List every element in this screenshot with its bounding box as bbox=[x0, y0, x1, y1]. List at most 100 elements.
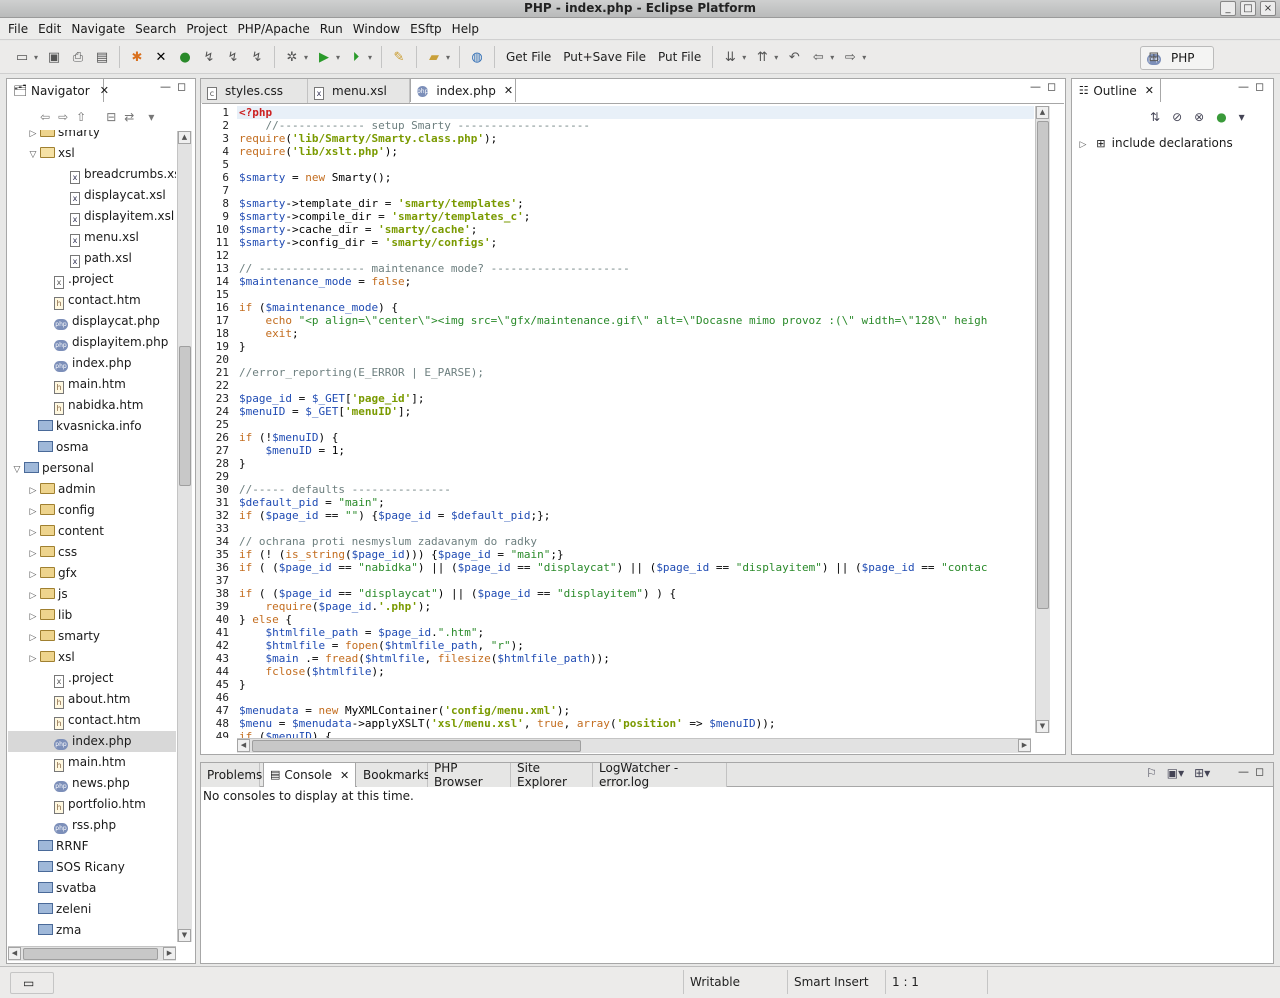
code-line[interactable]: if ( ($page_id == "displaycat") || ($pag… bbox=[239, 587, 676, 600]
hide-static-icon[interactable]: ⊗ bbox=[1194, 110, 1204, 128]
code-editor[interactable]: 1 <?php 2 //------------- setup Smarty ---… bbox=[0, 0, 1034, 738]
code-line[interactable]: if ($menuID) { bbox=[239, 730, 332, 738]
line-number: 45 bbox=[215, 678, 229, 691]
code-line[interactable]: $menuID = $_GET['menuID']; bbox=[239, 405, 411, 418]
code-line[interactable]: require('lib/Smarty/Smarty.class.php'); bbox=[239, 132, 497, 145]
code-line[interactable]: if ( ($page_id == "nabidka") || ($page_i… bbox=[239, 561, 987, 574]
open-console-icon[interactable]: ⊞▾ bbox=[1194, 766, 1210, 784]
hide-fields-icon[interactable]: ⊘ bbox=[1172, 110, 1182, 128]
display-console-icon[interactable]: ▣▾ bbox=[1167, 766, 1184, 784]
view-menu-icon[interactable]: ▾ bbox=[1239, 110, 1245, 128]
tab-outline[interactable]: ☷ Outline ✕ bbox=[1071, 78, 1161, 102]
navigator-item[interactable]: RRNF bbox=[8, 836, 176, 857]
code-line[interactable]: $htmlfile_path = $page_id.".htm"; bbox=[239, 626, 485, 639]
code-line[interactable]: echo "<p align=\"center\"><img src=\"gfx… bbox=[239, 314, 988, 327]
tab-logwatcher[interactable]: LogWatcher - error.log bbox=[593, 761, 727, 789]
navigator-item[interactable]: php news.php bbox=[8, 773, 176, 794]
scroll-left-icon[interactable]: ◀ bbox=[237, 739, 250, 752]
minimize-window-button[interactable]: _ bbox=[1220, 1, 1236, 16]
code-line[interactable]: if (!$menuID) { bbox=[239, 431, 338, 444]
scroll-thumb[interactable] bbox=[1037, 121, 1049, 609]
code-line[interactable]: $smarty = new Smarty(); bbox=[239, 171, 391, 184]
code-line[interactable]: } else { bbox=[239, 613, 292, 626]
line-number: 35 bbox=[215, 548, 229, 561]
code-line[interactable]: if (! (is_string($page_id))) {$page_id =… bbox=[239, 548, 564, 561]
code-line[interactable]: } bbox=[239, 340, 246, 353]
scroll-right-icon[interactable]: ▶ bbox=[163, 947, 176, 960]
outline-icon: ☷ bbox=[1078, 83, 1089, 97]
code-line[interactable]: $smarty->cache_dir = 'smarty/cache'; bbox=[239, 223, 477, 236]
scroll-thumb[interactable] bbox=[23, 948, 158, 960]
tab-console[interactable]: ▤ Console ✕ bbox=[263, 762, 356, 787]
scroll-up-icon[interactable]: ▲ bbox=[1036, 106, 1049, 119]
code-line[interactable]: fclose($htmlfile); bbox=[239, 665, 385, 678]
code-line[interactable]: $maintenance_mode = false; bbox=[239, 275, 411, 288]
navigator-item[interactable]: zeleni bbox=[8, 899, 176, 920]
maximize-window-button[interactable]: □ bbox=[1240, 1, 1256, 16]
tab-php-browser[interactable]: PHP Browser bbox=[428, 761, 511, 789]
sort-icon[interactable]: ⇅ bbox=[1150, 110, 1160, 128]
tab-site-explorer[interactable]: Site Explorer bbox=[511, 761, 593, 789]
navigator-item[interactable]: SOS Ricany bbox=[8, 857, 176, 878]
code-line[interactable]: $htmlfile = fopen($htmlfile_path, "r"); bbox=[239, 639, 524, 652]
code-line[interactable]: $smarty->template_dir = 'smarty/template… bbox=[239, 197, 524, 210]
code-line[interactable]: $menudata = new MyXMLContainer('config/m… bbox=[239, 704, 570, 717]
outline-minimize-maximize[interactable]: —◻ bbox=[1238, 80, 1270, 93]
scroll-left-icon[interactable]: ◀ bbox=[8, 947, 21, 960]
close-icon[interactable]: ✕ bbox=[340, 769, 349, 782]
include-icon: ⊞ bbox=[1096, 137, 1106, 150]
tab-label: Problems bbox=[207, 768, 263, 782]
navigator-item[interactable]: h portfolio.htm bbox=[8, 794, 176, 815]
code-line[interactable]: $main .= fread($htmlfile, filesize($html… bbox=[239, 652, 610, 665]
code-line[interactable]: // ---------------- maintenance mode? --… bbox=[239, 262, 630, 275]
line-number: 26 bbox=[215, 431, 229, 444]
editor-vertical-scrollbar[interactable]: ▲ ▼ bbox=[1035, 106, 1050, 733]
code-line[interactable]: $smarty->compile_dir = 'smarty/templates… bbox=[239, 210, 530, 223]
code-line[interactable]: $page_id = $_GET['page_id']; bbox=[239, 392, 424, 405]
fast-view-icon[interactable]: ▭ bbox=[10, 972, 54, 994]
code-line[interactable]: // ochrana proti nesmyslum zadavanym do … bbox=[239, 535, 537, 548]
scroll-down-icon[interactable]: ▼ bbox=[1036, 720, 1049, 733]
line-number: 40 bbox=[215, 613, 229, 626]
code-line[interactable]: if ($page_id == "") {$page_id = $default… bbox=[239, 509, 550, 522]
code-line[interactable]: $menuID = 1; bbox=[239, 444, 345, 457]
code-line[interactable]: $default_pid = "main"; bbox=[239, 496, 385, 509]
code-line[interactable]: //error_reporting(E_ERROR | E_PARSE); bbox=[239, 366, 484, 379]
close-window-button[interactable]: × bbox=[1260, 1, 1276, 16]
navigator-item-label: zma bbox=[56, 923, 82, 937]
code-line[interactable]: require($page_id.'.php'); bbox=[239, 600, 432, 613]
code-line[interactable]: //------------- setup Smarty -----------… bbox=[239, 119, 590, 132]
navigator-item[interactable]: h main.htm bbox=[8, 752, 176, 773]
code-line[interactable]: <?php bbox=[239, 106, 272, 119]
tab-bookmarks[interactable]: Bookmarks bbox=[357, 763, 430, 787]
code-line[interactable]: } bbox=[239, 457, 246, 470]
tab-problems[interactable]: Problems bbox=[201, 763, 263, 787]
scroll-right-icon[interactable]: ▶ bbox=[1018, 739, 1031, 752]
open-perspective-icon[interactable]: ⊞ bbox=[1143, 46, 1165, 68]
line-number: 48 bbox=[215, 717, 229, 730]
code-line[interactable]: //----- defaults --------------- bbox=[239, 483, 451, 496]
scroll-down-icon[interactable]: ▼ bbox=[178, 929, 191, 942]
navigator-horizontal-scrollbar[interactable]: ◀ ▶ bbox=[8, 946, 176, 961]
navigator-item[interactable]: zma bbox=[8, 920, 176, 941]
close-icon[interactable]: ✕ bbox=[1145, 84, 1154, 97]
pin-console-icon[interactable]: ⚐ bbox=[1146, 766, 1157, 784]
code-line[interactable]: $smarty->config_dir = 'smarty/configs'; bbox=[239, 236, 497, 249]
scroll-thumb[interactable] bbox=[252, 740, 581, 752]
editor-minimize-maximize[interactable]: —◻ bbox=[1030, 80, 1062, 93]
console-icon: ▤ bbox=[270, 768, 281, 781]
line-number: 17 bbox=[215, 314, 229, 327]
code-line[interactable]: $menu = $menudata->applyXSLT('xsl/menu.x… bbox=[239, 717, 776, 730]
line-number: 29 bbox=[215, 470, 229, 483]
console-minimize-maximize[interactable]: —◻ bbox=[1238, 765, 1270, 778]
hide-non-public-icon[interactable]: ● bbox=[1216, 110, 1226, 128]
navigator-item[interactable]: svatba bbox=[8, 878, 176, 899]
code-line[interactable]: if ($maintenance_mode) { bbox=[239, 301, 398, 314]
code-line[interactable]: exit; bbox=[239, 327, 299, 340]
navigator-item[interactable]: php rss.php bbox=[8, 815, 176, 836]
outline-item[interactable]: ▷ ⊞ include declarations bbox=[1076, 133, 1233, 154]
code-line[interactable]: require('lib/xslt.php'); bbox=[239, 145, 398, 158]
editor-horizontal-scrollbar[interactable]: ◀ ▶ bbox=[237, 738, 1031, 753]
expand-icon[interactable]: ▷ bbox=[1076, 135, 1090, 156]
code-line[interactable]: } bbox=[239, 678, 246, 691]
